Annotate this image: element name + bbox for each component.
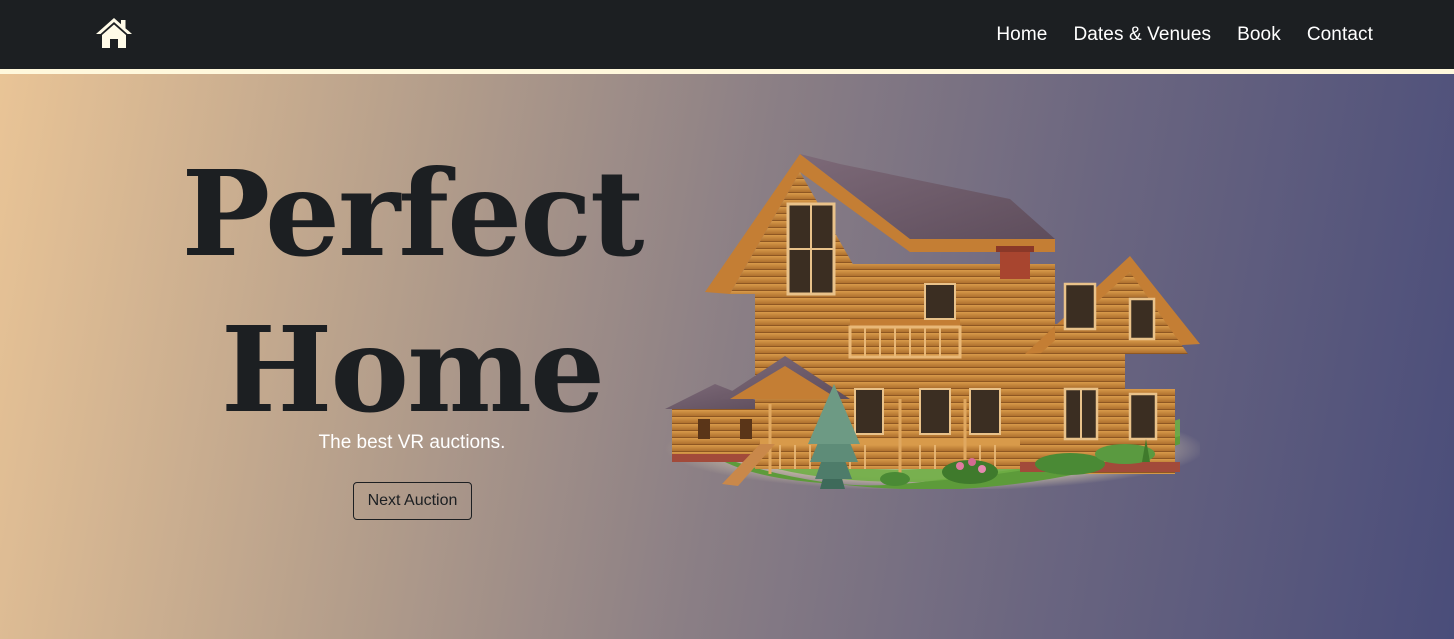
hero-tagline: The best VR auctions. xyxy=(318,432,506,453)
nav-contact[interactable]: Contact xyxy=(1307,24,1373,46)
hero-section: Perfect Home The best VR auctions. Next … xyxy=(0,74,1454,639)
nav-home[interactable]: Home xyxy=(996,24,1047,46)
hero-title-line2: Home xyxy=(220,300,605,439)
log-cabin-house-image xyxy=(665,154,1200,489)
navbar: Home Dates & Venues Book Contact xyxy=(0,0,1454,69)
hero-title: Perfect Home xyxy=(150,136,674,448)
next-auction-button[interactable]: Next Auction xyxy=(353,482,472,520)
nav-links: Home Dates & Venues Book Contact xyxy=(996,0,1373,69)
nav-dates-venues[interactable]: Dates & Venues xyxy=(1073,24,1211,46)
home-icon[interactable] xyxy=(94,16,134,50)
nav-book[interactable]: Book xyxy=(1237,24,1281,46)
hero-title-line1: Perfect xyxy=(181,144,645,283)
